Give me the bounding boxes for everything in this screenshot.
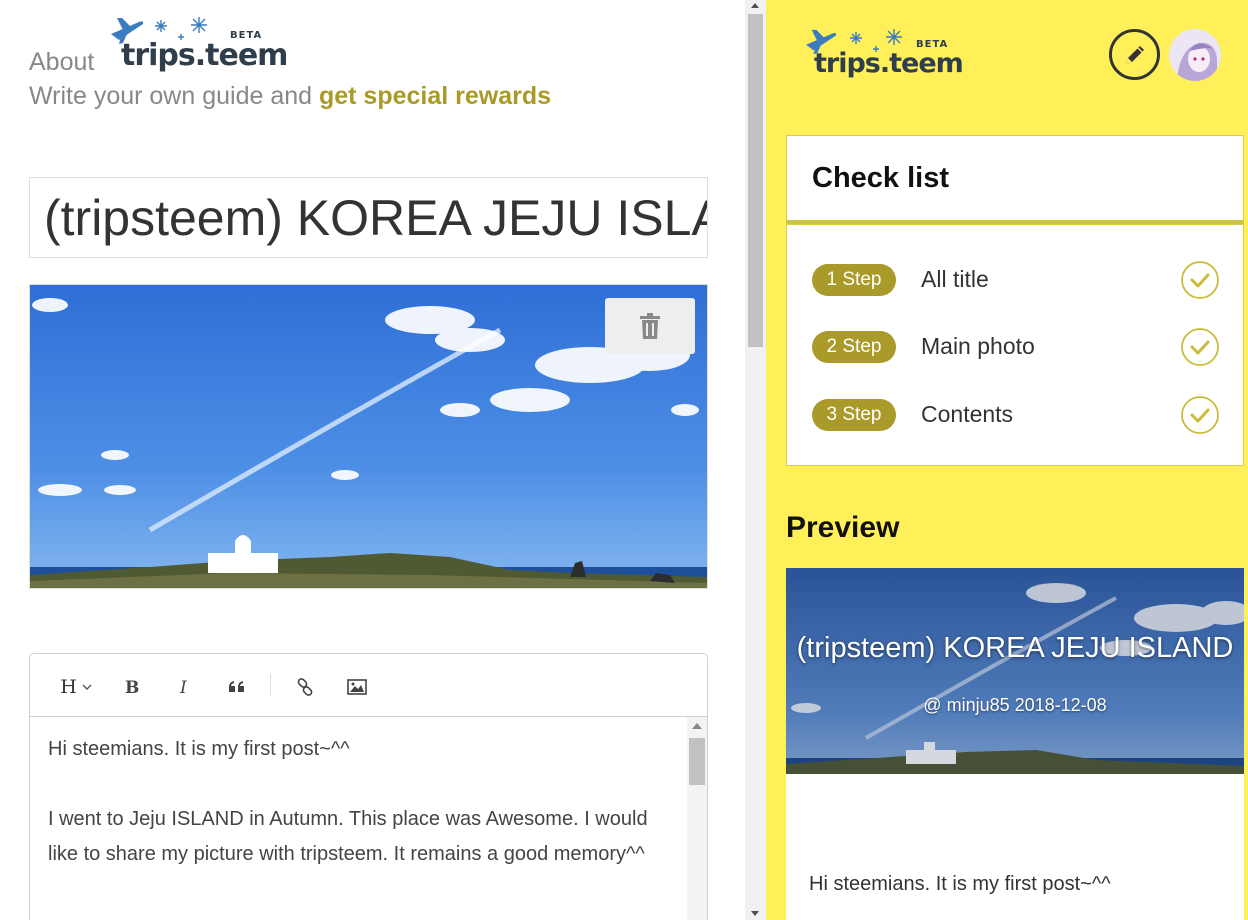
- step-label: All title: [921, 266, 989, 292]
- editor-scrollbar[interactable]: [687, 717, 707, 920]
- italic-icon: I: [179, 678, 187, 696]
- avatar-image: [1169, 29, 1221, 81]
- preview-heading: Preview: [786, 511, 900, 544]
- delete-photo-button[interactable]: [605, 298, 695, 354]
- title-field-wrapper: [29, 177, 708, 258]
- italic-button[interactable]: I: [171, 672, 199, 702]
- check-icon: [1181, 261, 1219, 299]
- image-icon: [347, 679, 367, 695]
- checklist-step: 2 Step Main photo: [812, 327, 1222, 367]
- bold-icon: B: [125, 678, 139, 696]
- check-icon: [1181, 396, 1219, 434]
- avatar[interactable]: [1169, 29, 1221, 81]
- toolbar-divider: [270, 674, 271, 696]
- preview-post-title: (tripsteem) KOREA JEJU ISLAND: [796, 632, 1234, 664]
- checklist-step: 3 Step Contents: [812, 395, 1222, 435]
- scroll-up-arrow[interactable]: [692, 723, 702, 729]
- side-panel: BETA trips.teem Check list 1 Step All ti…: [766, 0, 1248, 920]
- body-paragraph: I went to Jeju ISLAND in Autumn. This pl…: [48, 808, 648, 865]
- step-badge: 3 Step: [812, 399, 896, 431]
- tagline-text: Write your own guide and: [29, 82, 319, 110]
- preview-body-text: Hi steemians. It is my first post~^^: [809, 873, 1111, 895]
- quote-icon: [229, 681, 244, 692]
- brand-name: trips.teem: [814, 48, 964, 79]
- chevron-down-icon: [82, 684, 92, 690]
- scrollbar-thumb[interactable]: [689, 738, 705, 785]
- scrollbar-thumb[interactable]: [748, 14, 763, 347]
- image-button[interactable]: [343, 672, 371, 702]
- write-post-button[interactable]: [1109, 29, 1160, 80]
- check-icon: [1181, 328, 1219, 366]
- editor-toolbar: H B I: [30, 654, 707, 717]
- heading-label: H: [60, 676, 77, 698]
- brand-logo[interactable]: BETA trips.teem: [109, 14, 288, 74]
- body-paragraph: Hi steemians. It is my first post~^^: [48, 738, 350, 760]
- scroll-up-arrow[interactable]: [751, 3, 759, 8]
- step-badge: 1 Step: [812, 264, 896, 296]
- svg-text:I: I: [179, 678, 187, 696]
- panel-brand-logo[interactable]: BETA trips.teem: [804, 26, 974, 86]
- trash-icon: [640, 313, 660, 339]
- title-input[interactable]: [44, 186, 707, 250]
- checklist-title: Check list: [812, 162, 949, 194]
- checklist-header: Check list: [786, 135, 1244, 224]
- brand-name: trips.teem: [121, 38, 288, 73]
- cover-overlay: [786, 568, 1244, 774]
- step-badge: 2 Step: [812, 331, 896, 363]
- scroll-down-arrow[interactable]: [751, 911, 759, 916]
- tagline: Write your own guide and get special rew…: [29, 82, 551, 111]
- pencil-icon: [1125, 45, 1144, 64]
- svg-text:B: B: [125, 678, 139, 696]
- step-label: Main photo: [921, 333, 1035, 359]
- step-label: Contents: [921, 401, 1014, 427]
- link-icon: [297, 678, 313, 696]
- checklist: 1 Step All title 2 Step Main photo 3 Ste…: [786, 224, 1244, 466]
- quote-button[interactable]: [223, 672, 251, 702]
- heading-button[interactable]: H: [54, 672, 98, 702]
- editor-textarea[interactable]: Hi steemians. It is my first post~^^ I w…: [30, 717, 687, 920]
- about-label: About: [29, 48, 95, 76]
- preview-card[interactable]: (tripsteem) KOREA JEJU ISLAND @ minju85 …: [786, 568, 1244, 920]
- main-photo: [29, 284, 708, 589]
- rewards-link[interactable]: get special rewards: [319, 82, 551, 110]
- page-scrollbar[interactable]: [745, 0, 766, 920]
- editor-column: About BETA trips.teem Write your own gui…: [0, 0, 745, 920]
- checklist-step: 1 Step All title: [812, 260, 1222, 300]
- preview-cover: (tripsteem) KOREA JEJU ISLAND @ minju85 …: [786, 568, 1244, 774]
- bold-button[interactable]: B: [118, 672, 146, 702]
- content-editor: H B I Hi steemians. It is my first post~…: [29, 653, 708, 920]
- preview-meta: @ minju85 2018-12-08: [923, 695, 1107, 715]
- link-button[interactable]: [291, 672, 319, 702]
- about-header: About BETA trips.teem: [29, 14, 429, 80]
